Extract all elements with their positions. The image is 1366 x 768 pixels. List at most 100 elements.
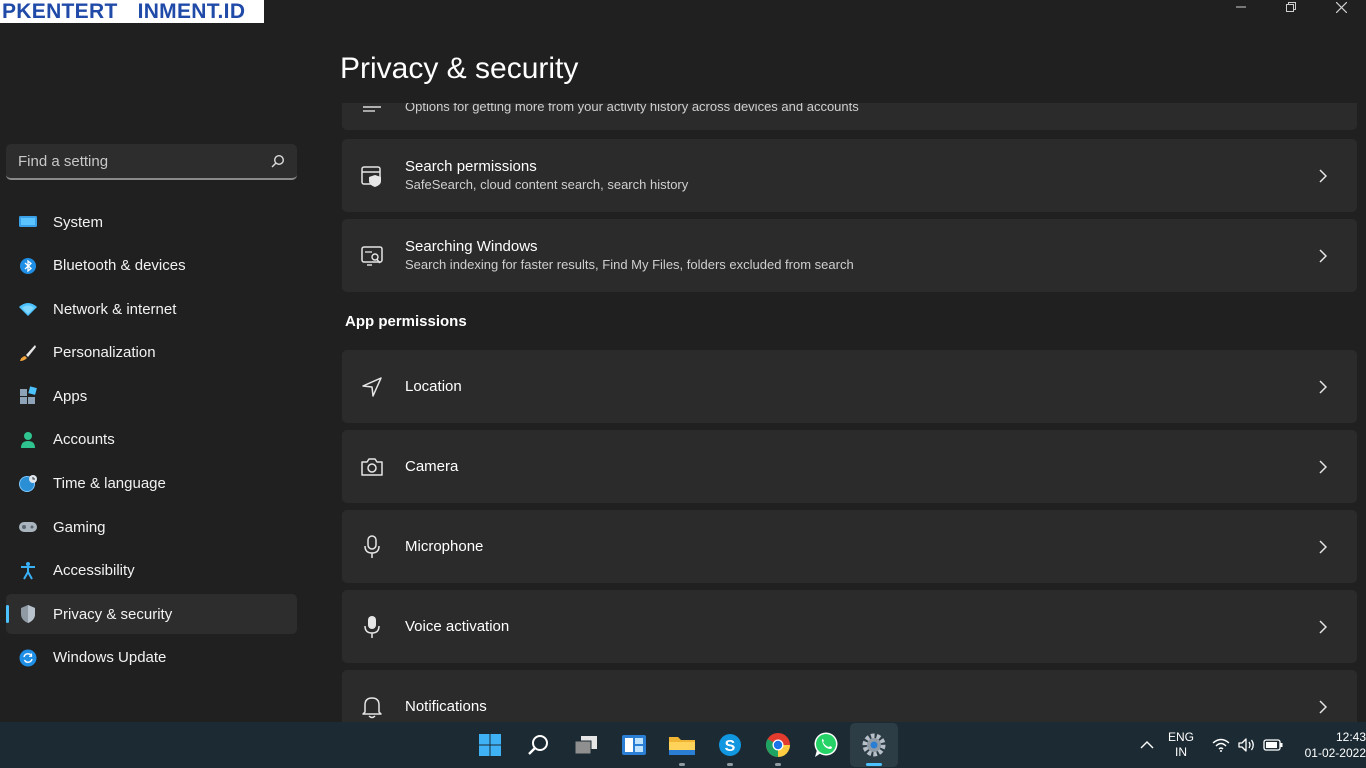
sidebar-item-gaming[interactable]: Gaming [6, 507, 297, 547]
chevron-right-icon [1319, 168, 1331, 183]
sidebar-item-label: Privacy & security [53, 605, 173, 623]
settings-scroll-area[interactable]: Options for getting more from your activ… [342, 103, 1357, 722]
card-subtitle: Search indexing for faster results, Find… [405, 256, 854, 272]
sidebar-item-accounts[interactable]: Accounts [6, 420, 297, 460]
location-card[interactable]: Location [342, 350, 1357, 423]
section-heading-app-permissions: App permissions [345, 313, 467, 330]
bluetooth-icon [18, 256, 38, 276]
camera-card[interactable]: Camera [342, 430, 1357, 503]
network-status-button[interactable] [1208, 738, 1234, 752]
task-view-icon [574, 736, 597, 755]
start-button[interactable] [466, 723, 514, 767]
sidebar-item-apps[interactable]: Apps [6, 376, 297, 416]
card-text: Voice activation [405, 618, 509, 636]
sidebar-item-label: Bluetooth & devices [53, 257, 186, 275]
widgets-button[interactable] [610, 723, 658, 767]
clock[interactable]: 12:43 01-02-2022 [1300, 729, 1366, 761]
voice-activation-card[interactable]: Voice activation [342, 590, 1357, 663]
card-title: Microphone [405, 537, 484, 555]
globe-clock-icon [18, 474, 38, 494]
sidebar-item-label: Accounts [53, 431, 115, 449]
task-view-button[interactable] [562, 723, 610, 767]
battery-icon [1263, 739, 1283, 751]
main-content: Privacy & security Options for getting m… [340, 0, 1360, 722]
skype-button[interactable]: S [706, 723, 754, 767]
sidebar-item-label: Gaming [53, 518, 106, 536]
chevron-right-icon [1319, 459, 1331, 474]
battery-button[interactable] [1260, 739, 1286, 751]
shield-icon [18, 604, 38, 624]
watermark-banner: PKENTERT INMENT.ID [0, 0, 264, 23]
settings-nav: System Bluetooth & devices Network & int… [6, 202, 297, 682]
card-title: Search permissions [405, 157, 537, 175]
taskbar: S ENG IN 12:43 01-02-2022 [0, 722, 1366, 768]
gamepad-icon [18, 517, 38, 537]
sidebar-item-label: Apps [53, 387, 88, 405]
microphone-icon [360, 534, 384, 559]
notifications-card[interactable]: Notifications [342, 670, 1357, 722]
taskbar-search-button[interactable] [514, 723, 562, 767]
sidebar: System Bluetooth & devices Network & int… [0, 0, 310, 722]
find-setting-search[interactable] [6, 144, 297, 180]
clock-time: 12:43 [1335, 730, 1366, 744]
running-indicator [775, 763, 781, 766]
card-title: Notifications [405, 697, 487, 715]
update-icon [18, 648, 38, 668]
file-explorer-button[interactable] [658, 723, 706, 767]
svg-text:S: S [725, 738, 736, 755]
whatsapp-button[interactable] [802, 723, 850, 767]
sidebar-item-time-language[interactable]: Time & language [6, 464, 297, 504]
sidebar-item-windows-update[interactable]: Windows Update [6, 638, 297, 678]
card-text: Search permissions SafeSearch, cloud con… [405, 158, 688, 194]
sidebar-item-label: Windows Update [53, 649, 167, 667]
chrome-icon [765, 733, 790, 758]
show-hidden-icons-button[interactable] [1134, 741, 1160, 749]
chevron-up-icon [1140, 741, 1154, 749]
sidebar-item-label: Time & language [53, 475, 166, 493]
sidebar-item-accessibility[interactable]: Accessibility [6, 551, 297, 591]
location-icon [360, 375, 384, 399]
chevron-right-icon [1319, 539, 1331, 554]
sidebar-item-personalization[interactable]: Personalization [6, 333, 297, 373]
input-language-indicator[interactable]: ENG IN [1168, 730, 1194, 760]
page-title: Privacy & security [340, 52, 579, 85]
running-indicator [679, 763, 685, 766]
card-text: Location [405, 378, 462, 396]
bell-icon [360, 695, 384, 719]
taskbar-apps: S [466, 722, 898, 768]
chevron-right-icon [1319, 248, 1331, 263]
sidebar-item-label: Network & internet [53, 300, 177, 318]
region-code: IN [1174, 745, 1187, 759]
searching-windows-icon [360, 244, 384, 268]
activity-history-card[interactable]: Options for getting more from your activ… [342, 103, 1357, 130]
search-permissions-card[interactable]: Search permissions SafeSearch, cloud con… [342, 139, 1357, 212]
chevron-right-icon [1319, 379, 1331, 394]
settings-button[interactable] [850, 723, 898, 767]
search-input[interactable] [18, 152, 271, 170]
searching-windows-card[interactable]: Searching Windows Search indexing for fa… [342, 219, 1357, 292]
sidebar-item-privacy-security[interactable]: Privacy & security [6, 594, 297, 635]
sidebar-item-system[interactable]: System [6, 202, 297, 242]
search-icon[interactable] [271, 154, 285, 168]
microphone-card[interactable]: Microphone [342, 510, 1357, 583]
sidebar-item-network[interactable]: Network & internet [6, 289, 297, 329]
card-text: Notifications [405, 698, 487, 716]
person-icon [18, 430, 38, 450]
running-indicator [727, 763, 733, 766]
sidebar-item-bluetooth[interactable]: Bluetooth & devices [6, 246, 297, 286]
brush-icon [18, 343, 38, 363]
monitor-icon [18, 212, 38, 232]
volume-button[interactable] [1234, 737, 1260, 753]
chrome-button[interactable] [754, 723, 802, 767]
settings-icon [862, 733, 886, 757]
card-subtitle: Options for getting more from your activ… [405, 103, 859, 114]
clock-date: 01-02-2022 [1304, 746, 1366, 760]
skype-icon: S [719, 734, 741, 756]
card-subtitle: SafeSearch, cloud content search, search… [405, 176, 689, 192]
system-tray: ENG IN 12:43 01-02-2022 [1134, 722, 1366, 768]
volume-icon [1238, 738, 1254, 752]
activity-history-text: Options for getting more from your activ… [405, 103, 859, 116]
search-icon [528, 735, 548, 755]
search-permissions-icon [360, 164, 384, 188]
activity-history-icon [360, 103, 384, 121]
